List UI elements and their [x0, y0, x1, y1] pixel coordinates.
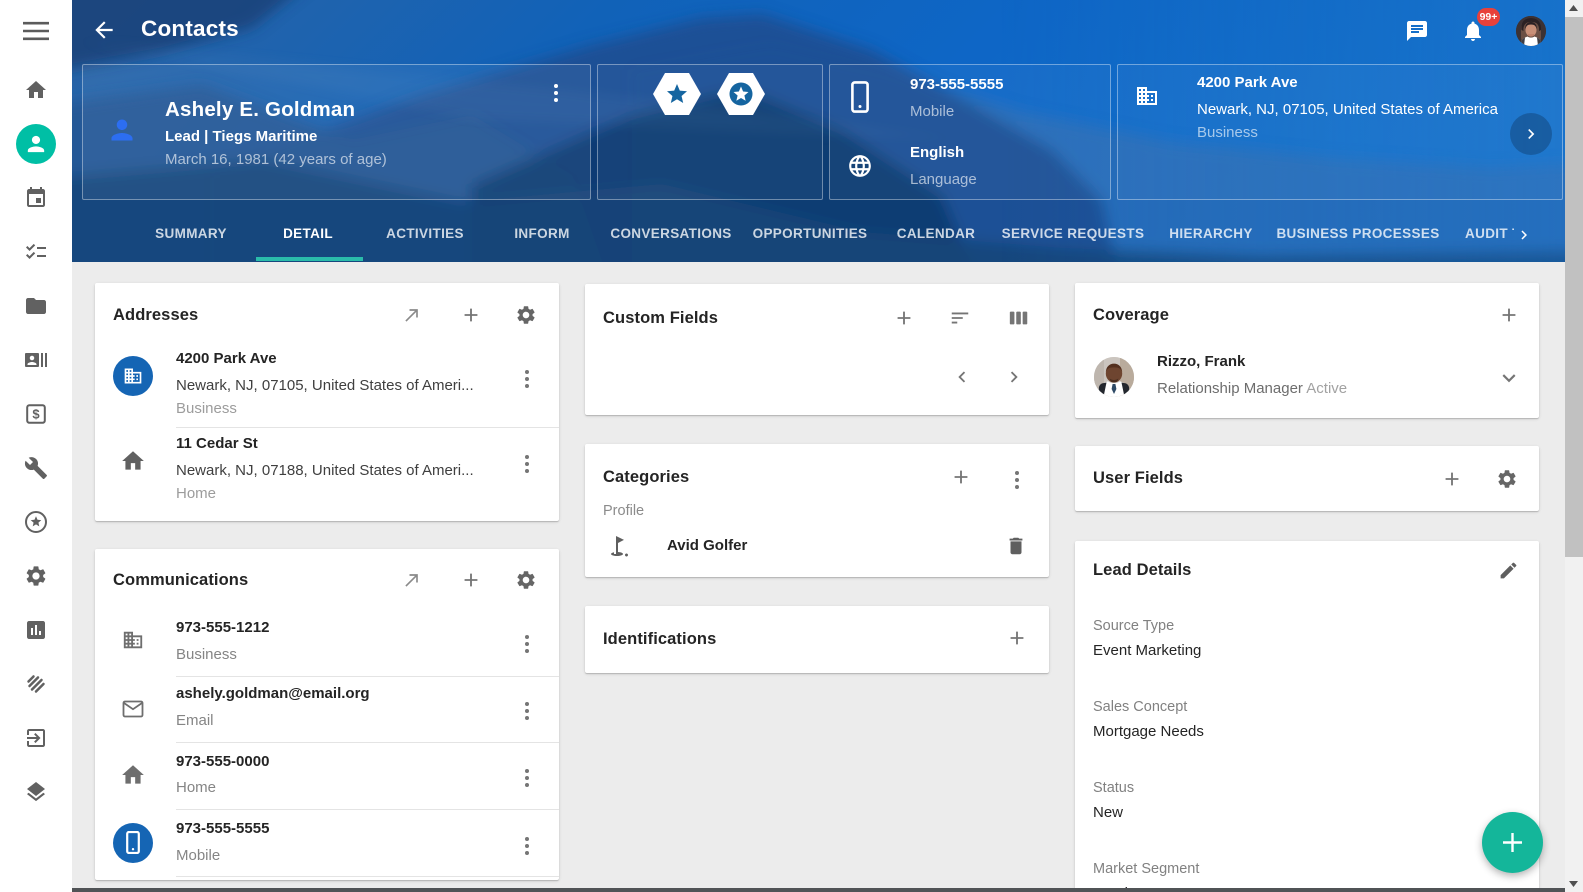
- svg-text:$: $: [32, 407, 40, 422]
